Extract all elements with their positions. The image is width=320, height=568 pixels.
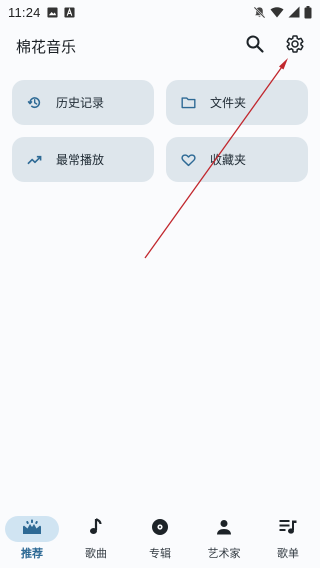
search-button[interactable] [242,33,268,59]
nav-playlists[interactable]: 歌单 [256,512,320,568]
folder-card[interactable]: 文件夹 [166,80,308,125]
search-icon [245,34,265,58]
nav-artists-pill [197,516,251,542]
album-icon [151,518,169,540]
image-icon [47,6,58,18]
folder-icon [180,95,196,111]
nav-playlists-pill [261,516,315,542]
gear-icon [285,34,305,58]
playlist-icon [279,519,297,539]
recommend-icon [22,519,42,539]
history-icon [26,95,42,111]
heart-icon [180,152,196,168]
nav-artists[interactable]: 艺术家 [192,512,256,568]
wifi-icon [270,6,284,18]
nav-artists-label: 艺术家 [207,547,241,560]
trending-up-icon [26,152,42,168]
battery-icon [304,5,312,19]
nav-songs[interactable]: 歌曲 [64,512,128,568]
nav-recommend-pill [5,516,59,542]
nav-albums[interactable]: 专辑 [128,512,192,568]
person-icon [216,519,232,539]
nav-albums-label: 专辑 [149,547,171,560]
favorites-card[interactable]: 收藏夹 [166,137,308,182]
status-time: 11:24 [8,4,41,20]
nav-albums-pill [133,516,187,542]
folder-card-label: 文件夹 [210,96,247,110]
bottom-nav: 推荐 歌曲 专辑 艺术家 歌单 [0,512,320,568]
music-note-icon [89,518,103,540]
status-bar: 11:24 [0,0,320,24]
app-title: 棉花音乐 [16,37,77,56]
status-bar-left: 11:24 [8,5,75,20]
most-played-card[interactable]: 最常播放 [12,137,154,182]
app-bar: 棉花音乐 [0,24,320,68]
app-bar-actions [242,33,308,59]
status-bar-right [253,5,312,19]
most-played-card-label: 最常播放 [56,153,105,167]
quick-links-grid: 历史记录 文件夹 最常播放 收藏夹 [12,80,308,182]
nav-songs-pill [69,516,123,542]
history-card-label: 历史记录 [56,96,105,110]
nav-recommend-label: 推荐 [21,547,43,560]
history-card[interactable]: 历史记录 [12,80,154,125]
favorites-card-label: 收藏夹 [210,153,247,167]
nav-recommend[interactable]: 推荐 [0,512,64,568]
settings-button[interactable] [282,33,308,59]
nav-songs-label: 歌曲 [85,547,107,560]
signal-icon [288,6,300,18]
nav-playlists-label: 歌单 [277,547,299,560]
a-box-icon [64,6,75,18]
notifications-off-icon [253,6,266,19]
